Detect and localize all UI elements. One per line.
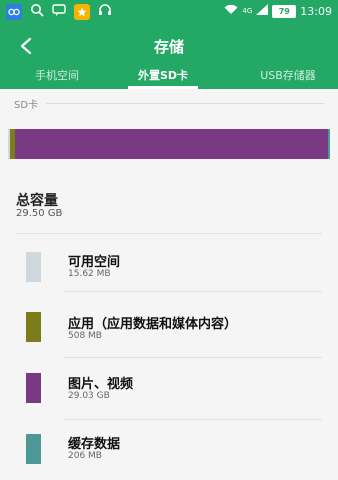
storage-item-name: 应用（应用数据和媒体内容）	[68, 317, 238, 332]
wifi-icon	[224, 4, 238, 18]
tab-usb-storage[interactable]: USB存储器	[248, 67, 328, 83]
search-icon	[30, 3, 44, 20]
storage-item-name: 可用空间	[68, 255, 121, 270]
storage-item-size: 508 MB	[68, 331, 102, 341]
color-swatch	[26, 312, 41, 342]
storage-item-name: 缓存数据	[68, 437, 121, 452]
headset-icon	[98, 3, 112, 20]
storage-item-cache[interactable]: 缓存数据 206 MB	[0, 422, 338, 480]
divider	[64, 357, 322, 358]
color-swatch	[26, 373, 41, 403]
color-swatch	[26, 252, 41, 282]
battery-icon: 79	[272, 4, 297, 18]
app-icon-yellow	[74, 3, 90, 20]
color-swatch	[26, 434, 41, 464]
divider	[16, 233, 322, 234]
total-capacity-title: 总容量	[16, 193, 58, 209]
section-divider	[46, 103, 324, 104]
divider	[64, 419, 322, 420]
status-bar: 4G 79 13:09	[0, 0, 338, 24]
storage-item-size: 206 MB	[68, 451, 102, 461]
storage-item-apps[interactable]: 应用（应用数据和媒体内容） 508 MB	[0, 298, 338, 358]
active-tab-indicator	[128, 86, 198, 89]
clock: 13:09	[300, 4, 332, 18]
message-icon	[52, 3, 66, 20]
app-icon-blue	[6, 3, 22, 20]
tab-phone-storage[interactable]: 手机空间	[22, 67, 92, 83]
signal-icon	[256, 4, 269, 18]
page-title: 存储	[153, 38, 184, 56]
total-capacity-size: 29.50 GB	[16, 208, 63, 219]
tab-sd-card[interactable]: 外置SD卡	[128, 67, 198, 83]
storage-item-free-space[interactable]: 可用空间 15.62 MB	[0, 240, 338, 298]
usage-segment	[327, 129, 330, 159]
network-type-label: 4G	[242, 7, 253, 15]
storage-item-size: 29.03 GB	[68, 391, 110, 401]
storage-item-photos-videos[interactable]: 图片、视频 29.03 GB	[0, 360, 338, 420]
divider	[64, 291, 322, 292]
storage-usage-bar	[8, 129, 330, 159]
storage-item-size: 15.62 MB	[68, 269, 111, 279]
app-header: 4G 79 13:09 存储 手机空间 外置SD卡 USB存储器	[0, 0, 338, 89]
usage-segment	[15, 129, 328, 159]
tab-bar: 手机空间 外置SD卡 USB存储器	[0, 64, 338, 89]
section-label: SD卡	[14, 100, 39, 111]
storage-item-name: 图片、视频	[68, 377, 134, 392]
